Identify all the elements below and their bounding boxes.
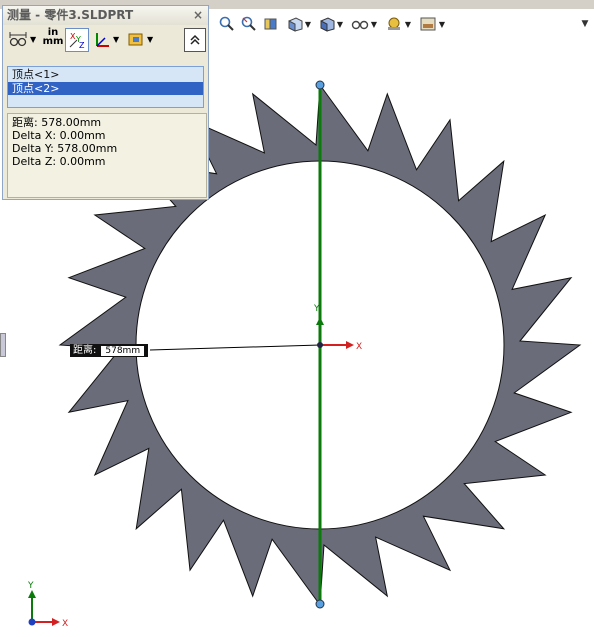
triad-x-arrow-icon [52,618,60,626]
panel-title: 测量 - 零件3.SLDPRT [7,8,134,22]
triad-x-label: X [62,619,68,629]
units-precision-button[interactable]: in mm [42,28,64,50]
measure-panel: 测量 - 零件3.SLDPRT × ▼ in mm XYZ ▼ ▼ 顶点<1> … [2,5,209,200]
point-to-point-icon[interactable]: ▼ [93,28,123,50]
origin-point [317,342,323,348]
close-icon[interactable]: × [193,6,203,25]
origin-y-arrow-icon [316,317,324,325]
result-distance: 距离: 578.00mm [12,116,102,129]
list-item[interactable]: 顶点<1> [8,68,203,81]
origin-y-label: Y [313,304,320,314]
collapse-panel-button[interactable] [184,28,206,52]
triad-origin [28,618,36,626]
vertex-1-marker [315,80,325,90]
origin-x-arrow-icon [346,341,354,349]
measure-results: 距离: 578.00mm Delta X: 0.00mm Delta Y: 57… [7,113,207,198]
vertex-2-marker [315,599,325,609]
result-delta-y: Delta Y: 578.00mm [12,142,118,155]
panel-collapse-handle[interactable] [0,333,6,357]
selection-list[interactable]: 顶点<1> 顶点<2> [7,66,204,108]
panel-toolbar: ▼ in mm XYZ ▼ ▼ [3,25,208,53]
result-delta-z: Delta Z: 0.00mm [12,155,106,168]
arc-circle-measure-icon[interactable]: ▼ [8,28,38,50]
distance-leader-line [149,344,321,351]
panel-title-bar[interactable]: 测量 - 零件3.SLDPRT × [3,6,208,25]
triad-y-arrow-icon [28,590,36,598]
list-item[interactable]: 顶点<2> [8,82,203,95]
xyz-measure-toggle[interactable]: XYZ [65,28,89,52]
distance-callout-value: 578mm [100,344,146,357]
units-label-bottom: mm [42,36,64,47]
distance-callout-label: 距离: [73,345,97,356]
result-delta-x: Delta X: 0.00mm [12,129,106,142]
triad-y-label: Y [27,581,34,591]
coordinate-system-icon[interactable]: ▼ [127,28,157,50]
distance-callout: 距离: 578mm [70,344,149,357]
origin-x-label: X [356,342,362,352]
svg-text:Z: Z [79,41,85,49]
